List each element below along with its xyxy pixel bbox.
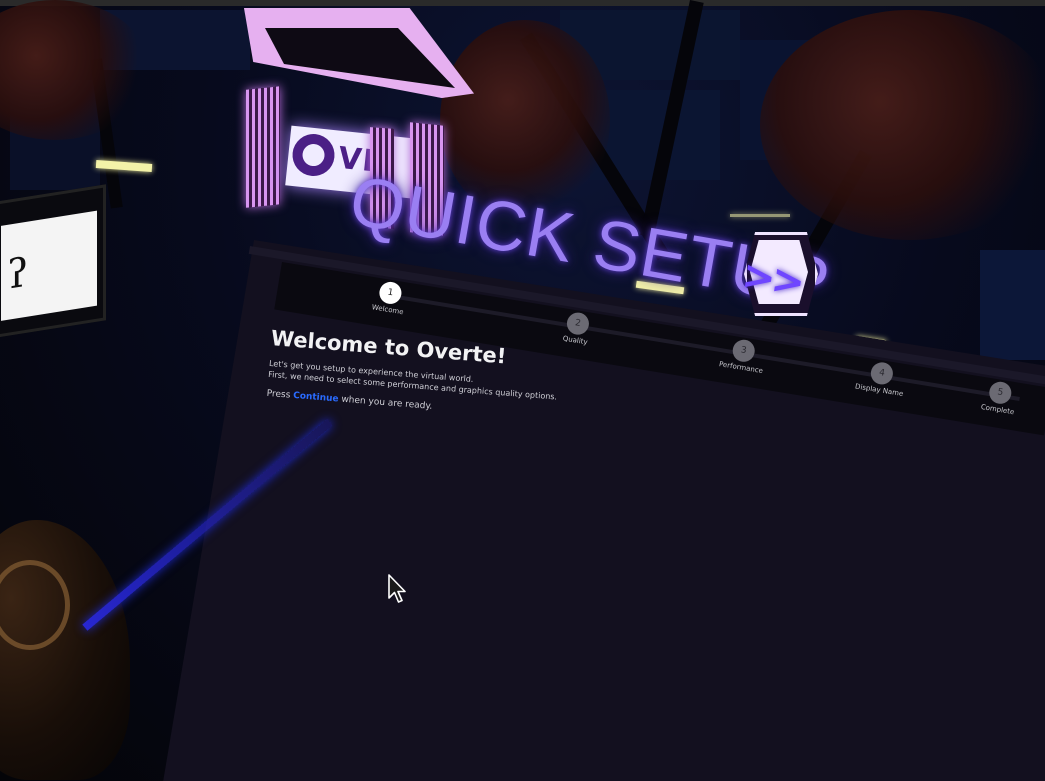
light-strip (95, 160, 153, 172)
dome-pane (980, 250, 1045, 360)
step-number: 4 (869, 360, 895, 387)
continue-link[interactable]: Continue (293, 391, 339, 405)
step-number: 1 (377, 280, 404, 306)
tree-canopy (760, 10, 1045, 240)
side-screen-display: ʔ (1, 210, 97, 321)
side-screen: ʔ (0, 184, 106, 342)
vr-viewport: ʔ VE QUICK SETUP >> 1 Welcome 2 Quality … (0, 0, 1045, 781)
side-screen-glyph: ʔ (7, 249, 29, 299)
continue-prompt-prefix: Press (266, 388, 294, 401)
overte-logo-icon (290, 131, 337, 179)
window-top-strip (0, 0, 1045, 6)
avatar-hand (0, 520, 130, 780)
continue-prompt-suffix: when you are ready. (338, 394, 433, 412)
step-number: 2 (565, 311, 591, 337)
light-column (246, 86, 280, 208)
step-number: 5 (987, 380, 1013, 406)
mouse-cursor-icon (388, 574, 406, 603)
step-number: 3 (731, 338, 757, 364)
light-strip (730, 214, 790, 217)
next-arrows-icon[interactable]: >> (739, 252, 804, 306)
